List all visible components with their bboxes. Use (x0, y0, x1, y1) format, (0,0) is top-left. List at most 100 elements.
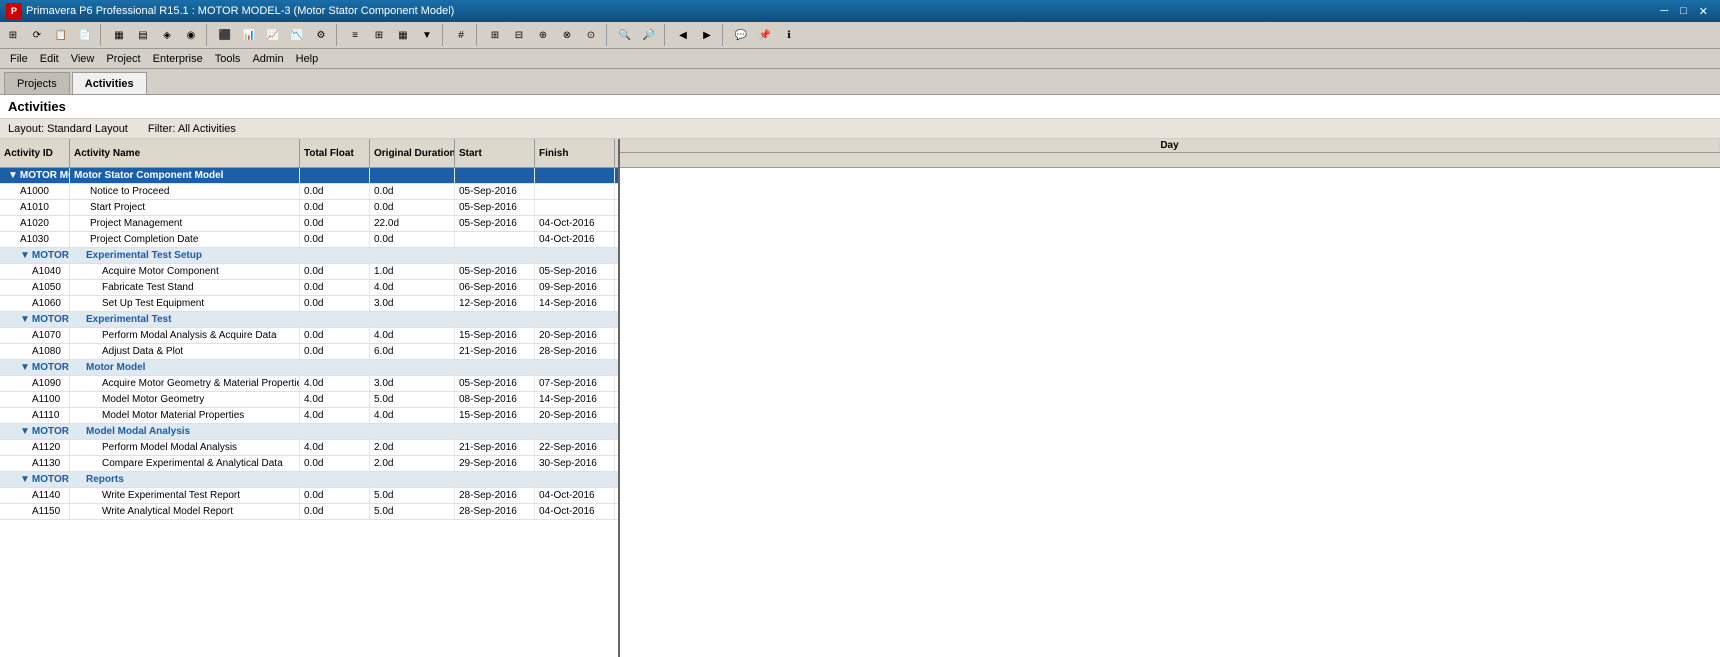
toolbar-btn-16[interactable]: ▦ (392, 24, 414, 46)
toolbar-btn-17[interactable]: ▼ (416, 24, 438, 46)
sep7 (664, 24, 668, 46)
menu-view[interactable]: View (65, 51, 101, 67)
table-row[interactable]: ▼MOTOR MODEL-3.3Motor Model (0, 360, 618, 376)
page-title: Activities (0, 95, 1720, 119)
table-row[interactable]: A1060Set Up Test Equipment0.0d3.0d12-Sep… (0, 296, 618, 312)
toolbar-btn-15[interactable]: ⊞ (368, 24, 390, 46)
toolbar-btn-12[interactable]: 📉 (286, 24, 308, 46)
toolbar-btn-9[interactable]: ⬛ (214, 24, 236, 46)
menu-file[interactable]: File (4, 51, 34, 67)
toolbar-btn-18[interactable]: # (450, 24, 472, 46)
table-row[interactable]: A1120Perform Model Modal Analysis4.0d2.0… (0, 440, 618, 456)
table-row[interactable]: A1110Model Motor Material Properties4.0d… (0, 408, 618, 424)
layout-filter-row: Layout: Standard Layout Filter: All Acti… (0, 119, 1720, 139)
toolbar-btn-19[interactable]: ⊞ (484, 24, 506, 46)
menu-enterprise[interactable]: Enterprise (147, 51, 209, 67)
toolbar-btn-27[interactable]: ▶ (696, 24, 718, 46)
toolbar-btn-22[interactable]: ⊗ (556, 24, 578, 46)
sep1 (100, 24, 104, 46)
table-row[interactable]: A1020Project Management0.0d22.0d05-Sep-2… (0, 216, 618, 232)
menu-bar: File Edit View Project Enterprise Tools … (0, 49, 1720, 69)
table-row[interactable]: A1150Write Analytical Model Report0.0d5.… (0, 504, 618, 520)
col-header-name[interactable]: Activity Name (70, 139, 300, 167)
table-row[interactable]: A1050Fabricate Test Stand0.0d4.0d06-Sep-… (0, 280, 618, 296)
toolbar-btn-23[interactable]: ⊙ (580, 24, 602, 46)
table-row[interactable]: ▼MOTOR MODEL-3.2Experimental Test (0, 312, 618, 328)
content-wrapper: Activities Layout: Standard Layout Filte… (0, 95, 1720, 657)
sep8 (722, 24, 726, 46)
gantt-header: Day (620, 139, 1720, 168)
title-bar: P Primavera P6 Professional R15.1 : MOTO… (0, 0, 1720, 22)
toolbar-btn-3[interactable]: 📋 (50, 24, 72, 46)
window-title: Primavera P6 Professional R15.1 : MOTOR … (26, 5, 454, 17)
table-row[interactable]: A1130Compare Experimental & Analytical D… (0, 456, 618, 472)
toolbar-btn-6[interactable]: ▤ (132, 24, 154, 46)
sep2 (206, 24, 210, 46)
gantt-day-row: Day (620, 139, 1720, 153)
col-header-dur[interactable]: Original Duration (370, 139, 455, 167)
toolbar-btn-8[interactable]: ◉ (180, 24, 202, 46)
toolbar-btn-13[interactable]: ⚙ (310, 24, 332, 46)
toolbar: ⊞ ⟳ 📋 📄 ▦ ▤ ◈ ◉ ⬛ 📊 📈 📉 ⚙ ≡ ⊞ ▦ ▼ # ⊞ ⊟ … (0, 22, 1720, 49)
col-header-start[interactable]: Start (455, 139, 535, 167)
minimize-btn[interactable]: ─ (1654, 5, 1674, 17)
sep4 (442, 24, 446, 46)
gantt-panel: Day (620, 139, 1720, 657)
table-row[interactable]: A1140Write Experimental Test Report0.0d5… (0, 488, 618, 504)
menu-help[interactable]: Help (290, 51, 325, 67)
menu-admin[interactable]: Admin (246, 51, 289, 67)
table-row[interactable]: A1040Acquire Motor Component0.0d1.0d05-S… (0, 264, 618, 280)
sep5 (476, 24, 480, 46)
table-row[interactable]: ▼MOTOR MODEL-3.1Experimental Test Setup (0, 248, 618, 264)
toolbar-btn-7[interactable]: ◈ (156, 24, 178, 46)
table-row[interactable]: A1070Perform Modal Analysis & Acquire Da… (0, 328, 618, 344)
col-header-finish[interactable]: Finish (535, 139, 615, 167)
layout-label: Layout: Standard Layout (8, 123, 128, 135)
table-row[interactable]: A1080Adjust Data & Plot0.0d6.0d21-Sep-20… (0, 344, 618, 360)
activity-table: Activity ID Activity Name Total Float Or… (0, 139, 620, 657)
tab-activities[interactable]: Activities (72, 72, 147, 94)
app-icon: P (6, 3, 22, 19)
table-body: ▼MOTOR MODEL 3Motor Stator Component Mod… (0, 168, 618, 657)
table-row[interactable]: A1010Start Project0.0d0.0d05-Sep-2016 (0, 200, 618, 216)
toolbar-btn-26[interactable]: ◀ (672, 24, 694, 46)
close-btn[interactable]: ✕ (1693, 5, 1714, 18)
toolbar-btn-24[interactable]: 🔍 (614, 24, 636, 46)
tab-area: Projects Activities (0, 69, 1720, 95)
toolbar-btn-28[interactable]: 💬 (730, 24, 752, 46)
tab-projects[interactable]: Projects (4, 72, 70, 94)
menu-edit[interactable]: Edit (34, 51, 65, 67)
toolbar-btn-20[interactable]: ⊟ (508, 24, 530, 46)
filter-label: Filter: All Activities (148, 123, 236, 135)
main-area: Projects Activities Activities Layout: S… (0, 69, 1720, 657)
col-header-float[interactable]: Total Float (300, 139, 370, 167)
gantt-col-numbers (620, 153, 1720, 167)
toolbar-btn-10[interactable]: 📊 (238, 24, 260, 46)
gantt-day-label: Day (620, 140, 1720, 151)
toolbar-btn-4[interactable]: 📄 (74, 24, 96, 46)
toolbar-btn-1[interactable]: ⊞ (2, 24, 24, 46)
sep3 (336, 24, 340, 46)
table-row[interactable]: ▼MOTOR MODEL 3Motor Stator Component Mod… (0, 168, 618, 184)
toolbar-btn-21[interactable]: ⊕ (532, 24, 554, 46)
menu-tools[interactable]: Tools (209, 51, 247, 67)
col-header-id[interactable]: Activity ID (0, 139, 70, 167)
gantt-body (620, 168, 1720, 657)
table-row[interactable]: A1000Notice to Proceed0.0d0.0d05-Sep-201… (0, 184, 618, 200)
toolbar-btn-29[interactable]: 📌 (754, 24, 776, 46)
table-row[interactable]: ▼MOTOR MODEL-3.5Reports (0, 472, 618, 488)
toolbar-btn-25[interactable]: 🔎 (638, 24, 660, 46)
sep6 (606, 24, 610, 46)
toolbar-btn-11[interactable]: 📈 (262, 24, 284, 46)
toolbar-btn-5[interactable]: ▦ (108, 24, 130, 46)
table-row[interactable]: A1030Project Completion Date0.0d0.0d04-O… (0, 232, 618, 248)
split-panel: Activity ID Activity Name Total Float Or… (0, 139, 1720, 657)
table-row[interactable]: A1100Model Motor Geometry4.0d5.0d08-Sep-… (0, 392, 618, 408)
menu-project[interactable]: Project (100, 51, 146, 67)
table-row[interactable]: ▼MOTOR MODEL-3.4Model Modal Analysis (0, 424, 618, 440)
maximize-btn[interactable]: □ (1674, 5, 1693, 17)
toolbar-btn-14[interactable]: ≡ (344, 24, 366, 46)
table-row[interactable]: A1090Acquire Motor Geometry & Material P… (0, 376, 618, 392)
toolbar-btn-30[interactable]: ℹ (778, 24, 800, 46)
toolbar-btn-2[interactable]: ⟳ (26, 24, 48, 46)
